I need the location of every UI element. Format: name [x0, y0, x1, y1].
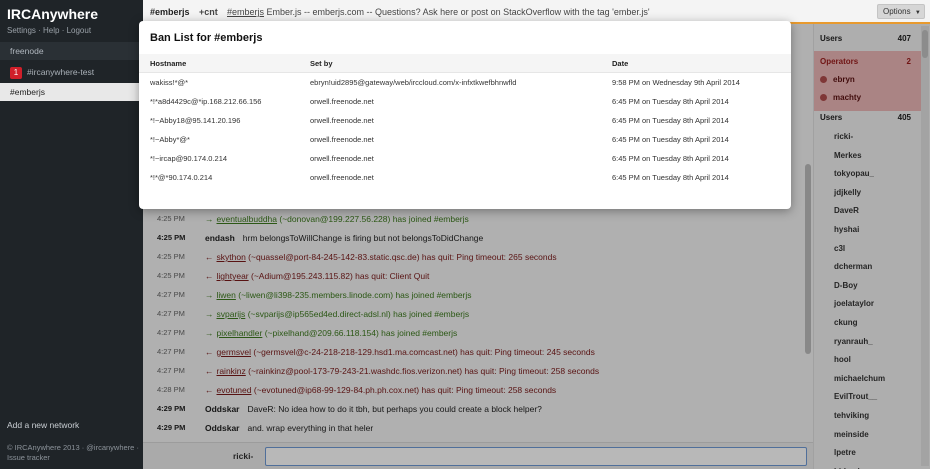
ban-rows: wakiss!*@* ebryn!uid2895@gateway/web/ircc… [139, 73, 791, 187]
ban-hostname: *!~Abby*@* [150, 135, 190, 144]
account-links[interactable]: Settings · Help · Logout [7, 26, 91, 35]
ban-hostname: *!~Abby18@95.141.20.196 [150, 116, 241, 125]
add-network-link[interactable]: Add a new network [7, 420, 79, 430]
column-hostname: Hostname [150, 59, 187, 68]
ban-hostname: *!*@*90.174.0.214 [150, 173, 213, 182]
ban-row: *!*a8d4429c@*ip.168.212.66.156 orwell.fre… [139, 92, 791, 111]
ban-hostname: *!~ircap@90.174.0.214 [150, 154, 228, 163]
chevron-down-icon: ▼ [914, 10, 921, 16]
ban-hostname: *!*a8d4429c@*ip.168.212.66.156 [150, 97, 262, 106]
ban-date: 6:45 PM on Tuesday 8th April 2014 [612, 116, 729, 125]
ban-set-by: orwell.freenode.net [310, 154, 374, 163]
ban-row: *!~Abby*@* orwell.freenode.net 6:45 PM on … [139, 130, 791, 149]
topic-text: Ember.js -- emberjs.com -- Questions? As… [266, 7, 650, 17]
channel-topic: #emberjs Ember.js -- emberjs.com -- Ques… [227, 7, 650, 17]
network-freenode[interactable]: freenode [0, 42, 143, 60]
ban-list-modal: Ban List for #emberjs Hostname Set by Da… [139, 21, 791, 209]
sidebar-footer: © IRCAnywhere 2013 · @ircanywhere · Issu… [7, 443, 139, 462]
ban-row: *!~Abby18@95.141.20.196 orwell.freenode.n… [139, 111, 791, 130]
ban-set-by: orwell.freenode.net [310, 116, 374, 125]
channel-emberjs[interactable]: #emberjs [0, 83, 143, 101]
ban-set-by: orwell.freenode.net [310, 97, 374, 106]
ban-table-header: Hostname Set by Date [139, 54, 791, 73]
ban-date: 6:45 PM on Tuesday 8th April 2014 [612, 97, 729, 106]
ban-table: Hostname Set by Date wakiss!*@* ebryn!uid… [139, 54, 791, 187]
column-set-by: Set by [310, 59, 333, 68]
ban-set-by: orwell.freenode.net [310, 135, 374, 144]
ban-date: 6:45 PM on Tuesday 8th April 2014 [612, 154, 729, 163]
sidebar: IRCAnywhere Settings · Help · Logout fre… [0, 0, 143, 469]
ban-date: 6:45 PM on Tuesday 8th April 2014 [612, 173, 729, 182]
ban-hostname: wakiss!*@* [150, 78, 189, 87]
unread-badge: 1 [10, 67, 22, 79]
column-date: Date [612, 59, 629, 68]
modal-title: Ban List for #emberjs [150, 32, 263, 44]
channel-name: #emberjs [150, 7, 190, 17]
ban-row: wakiss!*@* ebryn!uid2895@gateway/web/ircc… [139, 73, 791, 92]
ban-set-by: orwell.freenode.net [310, 173, 374, 182]
channel-ircanywhere-test[interactable]: 1 #ircanywhere-test [0, 63, 143, 81]
options-button[interactable]: Options ▼ [877, 4, 925, 19]
app-brand[interactable]: IRCAnywhere [7, 6, 98, 22]
options-label: Options [883, 7, 911, 16]
channel-label: #ircanywhere-test [27, 67, 95, 77]
ban-row: *!~ircap@90.174.0.214 orwell.freenode.net… [139, 149, 791, 168]
ban-date: 9:58 PM on Wednesday 9th April 2014 [612, 78, 740, 87]
ban-row: *!*@*90.174.0.214 orwell.freenode.net 6:45… [139, 168, 791, 187]
ban-date: 6:45 PM on Tuesday 8th April 2014 [612, 135, 729, 144]
channel-modes: +cnt [199, 7, 218, 17]
ban-set-by: ebryn!uid2895@gateway/web/irccloud.com/x… [310, 78, 517, 87]
topic-channel-link[interactable]: #emberjs [227, 7, 264, 17]
